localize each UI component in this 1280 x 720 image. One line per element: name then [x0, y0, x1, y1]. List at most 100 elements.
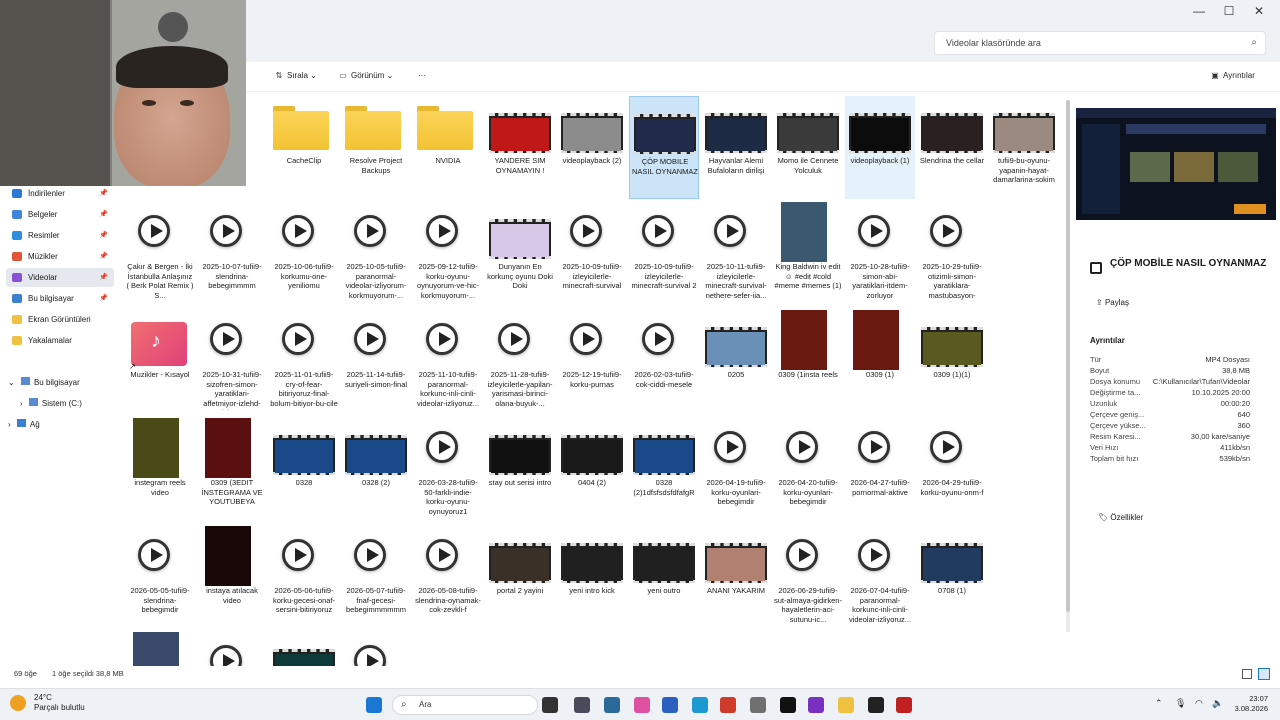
file-item[interactable]: 2026-04-27-tufii9-pornormal-aktive [845, 418, 915, 521]
scrollbar-track[interactable] [1066, 612, 1070, 632]
file-item[interactable]: Slendrina the cellar [917, 96, 987, 199]
file-item[interactable]: 2026-05-08-tufii9-slendrina-oynamak-cok-… [413, 526, 483, 629]
file-item[interactable]: Hayvanlar Alemi Bufaloların dirilişi [701, 96, 771, 199]
file-item[interactable]: 2026-03-28-tufii9-50-farkli-indie-korku-… [413, 418, 483, 521]
maximize-button[interactable]: ☐ [1214, 0, 1244, 22]
weather-widget[interactable]: 24°C Parçalı bulutlu [10, 693, 85, 713]
search-input[interactable]: Videolar klasöründe ara ⌕ [934, 31, 1266, 55]
file-item[interactable]: yeni outro [629, 526, 699, 629]
file-item[interactable]: INTROLU KESITIM EKIP 8 KAT [269, 632, 339, 666]
file-item[interactable]: 2025-11-28-tufii9-izleyicilerle-yapilan-… [485, 310, 555, 413]
file-item[interactable]: 2026-05-06-tufii9-korku-gecesi-onaf-sers… [269, 526, 339, 629]
file-item[interactable]: videoplayback (1) [845, 96, 915, 199]
file-item[interactable]: Çakır & Bergen - İki İstanbulla Anlaşını… [125, 202, 195, 305]
file-item[interactable]: 2025-09-12-tufii9-korku-oyunu-oynuyorum-… [413, 202, 483, 305]
copilot-icon[interactable] [634, 697, 650, 713]
file-item[interactable]: 0328 [269, 418, 339, 521]
sort-button[interactable]: ⇅ Sırala ⌄ [274, 69, 317, 83]
taskbar-search[interactable]: ⌕ Ara [392, 695, 538, 715]
file-item[interactable]: 2026-04-29-tufii9-korku-oyunu-onm-f [917, 418, 987, 521]
app-icon-2[interactable] [604, 697, 620, 713]
volume-icon[interactable]: 🔈 [1212, 698, 1223, 709]
sidebar-item-7[interactable]: Yakalamalar [6, 331, 114, 350]
file-item[interactable]: 2025-10-07-tufii9-slendrina-bebegimmmm [197, 202, 267, 305]
file-item[interactable]: ÇÖP MOBILE NASIL OYNANMAZ [629, 96, 699, 199]
file-item[interactable]: 2025-10-09-tufii9-izleyicilerle-minecraf… [629, 202, 699, 305]
file-item[interactable]: ANANI YAKARIM [701, 526, 771, 629]
file-item[interactable]: 2025-10-29-tufii9-otizimli-simon-yaratik… [917, 202, 987, 305]
tree-item-2[interactable]: › Ağ [8, 418, 40, 432]
file-item[interactable]: CacheClip [269, 96, 339, 199]
file-item[interactable]: 2025-10-11-tufii9-izleyicilerle-minecraf… [701, 202, 771, 305]
file-item[interactable]: videoplayback (2) [557, 96, 627, 199]
file-item[interactable]: stay out serisi intro [485, 418, 555, 521]
obs-icon[interactable] [808, 697, 824, 713]
tree-item-1[interactable]: › Sistem (C:) [20, 397, 82, 411]
tiles-view-toggle[interactable] [1258, 668, 1270, 680]
file-item[interactable]: 2025-11-01-tufii9-cry-of-fear-bitiriyoru… [269, 310, 339, 413]
file-item[interactable]: 0309 (3EDIT İNSTEGRAMA VE YOUTUBEYA [197, 418, 267, 521]
view-button[interactable]: ▭ Görünüm ⌄ [338, 69, 393, 83]
details-view-toggle[interactable] [1242, 669, 1252, 679]
file-item[interactable]: yeni intro kick [557, 526, 627, 629]
system-clock[interactable]: 23:07 3.08.2026 [1235, 694, 1268, 714]
sidebar-item-2[interactable]: Resimler 📌 [6, 226, 114, 245]
file-item[interactable]: 0404 (2) [557, 418, 627, 521]
edge-icon[interactable] [692, 697, 708, 713]
file-item[interactable]: 2026-04-19-tufii9-korku-oyunlari-bebegim… [701, 418, 771, 521]
file-item[interactable]: 2025-11-14-tufii9-suriyeli-simon-final [341, 310, 411, 413]
file-item[interactable]: 2025-10-31-tufii9-sizofren-simon-yaratik… [197, 310, 267, 413]
file-item[interactable]: 0309 (1insta reels [773, 310, 843, 413]
file-item[interactable]: 2026-05-07-tufii9-fnaf-gecesi-bebegimmmm… [341, 526, 411, 629]
sidebar-item-0[interactable]: İndirilenler 📌 [6, 184, 114, 203]
file-item[interactable]: ♪ ↗ Muzikler - Kısayol [125, 310, 195, 413]
file-item[interactable]: 2026-05-05-tufii9-slendrina-bebegimdir [125, 526, 195, 629]
file-item[interactable]: Resolve Project Backups [341, 96, 411, 199]
file-item[interactable]: 0205 [701, 310, 771, 413]
file-item[interactable]: 0708 (1) [917, 526, 987, 629]
file-item[interactable]: instaya atılacak video [197, 526, 267, 629]
properties-button[interactable]: 🏷 Özellikler [1098, 513, 1143, 522]
vertical-scrollbar[interactable] [1066, 100, 1070, 612]
file-item[interactable]: Dunyanın En korkunç oyunu Doki Doki [485, 202, 555, 305]
microphone-icon[interactable]: 🎙 [1175, 698, 1186, 709]
wifi-icon[interactable]: ◠ [1195, 698, 1203, 709]
file-item[interactable]: 2026-07-30-tufii9-efsane-ekiple-korku-oy… [197, 632, 267, 666]
sidebar-item-3[interactable]: Müzikler 📌 [6, 247, 114, 266]
more-button[interactable]: ··· [418, 69, 426, 83]
file-item[interactable]: Momo ile Cennete Yolculuk [773, 96, 843, 199]
store-icon[interactable] [662, 697, 678, 713]
file-item[interactable]: 2026-02-03-tufii9-cok-ciddi-mesele [629, 310, 699, 413]
file-item[interactable]: 0328 (2) [341, 418, 411, 521]
explorer-icon[interactable] [838, 697, 854, 713]
file-item[interactable]: 0328 (2)1dfsfsdsfdfafgR [629, 418, 699, 521]
file-item[interactable]: instegram reels video [125, 418, 195, 521]
minimize-button[interactable]: — [1184, 0, 1214, 22]
start-icon[interactable] [366, 697, 382, 713]
file-item[interactable]: 2025-10-09-tufii9-izleyicilerle-minecraf… [557, 202, 627, 305]
capcut-icon[interactable] [780, 697, 796, 713]
file-item[interactable]: 2026-06-29-tufii9-sut-almaya-gidirken-ha… [773, 526, 843, 629]
task-view-icon[interactable] [542, 697, 558, 713]
file-item[interactable]: 2026-04-20-tufii9-korku-oyunlari-bebegim… [773, 418, 843, 521]
chrome-icon[interactable] [720, 697, 736, 713]
file-item[interactable]: 2025-10-28-tufii9-simon-abi-yaratiklari-… [845, 202, 915, 305]
file-item[interactable]: 2026-07-04-tufii9-paranormal-korkunc-inl… [845, 526, 915, 629]
file-item[interactable]: uj [341, 632, 411, 666]
close-button[interactable]: ✕ [1244, 0, 1274, 22]
tray-overflow-icon[interactable]: ⌃ [1155, 698, 1163, 709]
share-button[interactable]: ⇪ Paylaş [1096, 298, 1129, 307]
settings-icon[interactable] [750, 697, 766, 713]
sidebar-item-1[interactable]: Belgeler 📌 [6, 205, 114, 224]
file-item[interactable]: portal 2 yayini [485, 526, 555, 629]
sidebar-item-5[interactable]: Bu bilgisayar 📌 [6, 289, 114, 308]
file-item[interactable]: insta video [125, 632, 195, 666]
sidebar-item-6[interactable]: Ekran Görüntüleri [6, 310, 114, 329]
details-pane-button[interactable]: ▣ Ayrıntılar [1210, 69, 1255, 83]
file-item[interactable]: YANDERE SIM OYNAMAYIN ! [485, 96, 555, 199]
file-item[interactable]: King Baldwin iv edit ☺ #edit #cold #meme… [773, 202, 843, 305]
sidebar-item-4[interactable]: Videolar 📌 [6, 268, 114, 287]
file-item[interactable]: 0309 (1)(1) [917, 310, 987, 413]
tree-item-0[interactable]: ⌄ Bu bilgisayar [8, 376, 80, 390]
file-item[interactable]: 2025-12-19-tufii9-korku-purnas [557, 310, 627, 413]
